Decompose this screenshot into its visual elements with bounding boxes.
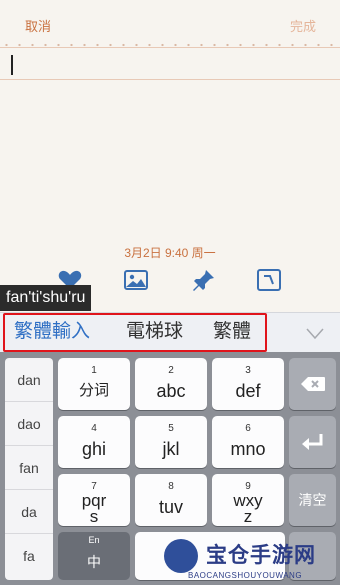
- key-label-extra: s: [89, 507, 99, 526]
- note-editor: 取消 完成 3月2日 9:40 周一 fan'ti'shu'ru: [0, 0, 340, 312]
- lang-cn-label: 中: [87, 554, 101, 570]
- key-number: 2: [168, 365, 174, 376]
- key-5[interactable]: 5 jkl: [135, 416, 207, 468]
- key-7[interactable]: 7 pqr s: [58, 474, 130, 526]
- key-1[interactable]: 1 分词: [58, 358, 130, 410]
- text-line[interactable]: [0, 79, 340, 80]
- pinyin-item[interactable]: da: [5, 490, 53, 534]
- key-number: 4: [91, 423, 97, 434]
- backspace-button[interactable]: [289, 358, 336, 410]
- pinyin-item[interactable]: dao: [5, 402, 53, 446]
- candidate-item[interactable]: 繁體: [213, 320, 251, 344]
- clear-label: 清空: [298, 492, 327, 508]
- key-label: 分词: [78, 382, 109, 399]
- key-number: 3: [245, 365, 251, 376]
- candidate-bar: 繁體輸入 電梯球 繁體: [0, 312, 340, 352]
- backspace-icon: [300, 377, 325, 391]
- key-number: 8: [168, 481, 174, 492]
- image-icon[interactable]: [123, 268, 149, 292]
- pinyin-item[interactable]: fan: [5, 446, 53, 490]
- pin-icon[interactable]: [190, 268, 216, 292]
- candidate-item[interactable]: 繁體輸入: [14, 320, 90, 344]
- key-label: tuv: [158, 497, 183, 517]
- top-bar: 取消 完成: [0, 0, 340, 46]
- key-number: 6: [245, 423, 251, 434]
- pinyin-composition: fan'ti'shu'ru: [0, 285, 92, 311]
- watermark-title: 宝仓手游网: [206, 543, 316, 567]
- key-number: 5: [168, 423, 174, 434]
- key-label: jkl: [162, 439, 180, 459]
- clock-icon[interactable]: [256, 268, 282, 292]
- key-4[interactable]: 4 ghi: [58, 416, 130, 468]
- pinyin-item[interactable]: fa: [5, 534, 53, 578]
- watermark-subtitle: BAOCANGSHOUYOUWANG: [188, 571, 303, 580]
- watermark-logo-icon: [164, 539, 198, 573]
- enter-button[interactable]: [289, 416, 336, 468]
- key-9[interactable]: 9 wxy z: [212, 474, 284, 526]
- key-label: abc: [156, 381, 186, 401]
- enter-icon: [301, 434, 322, 450]
- key-label: ghi: [81, 439, 107, 459]
- pinyin-item[interactable]: dan: [5, 358, 53, 402]
- done-button[interactable]: 完成: [290, 16, 316, 35]
- candidate-item[interactable]: 電梯球: [126, 320, 183, 344]
- key-3[interactable]: 3 def: [212, 358, 284, 410]
- chevron-down-icon[interactable]: [306, 327, 324, 340]
- pinyin-list[interactable]: dan dao fan da fa: [5, 358, 53, 580]
- key-6[interactable]: 6 mno: [212, 416, 284, 468]
- key-2[interactable]: 2 abc: [135, 358, 207, 410]
- lang-en-label: En: [88, 535, 100, 545]
- watermark: 宝仓手游网 BAOCANGSHOUYOUWANG: [160, 537, 340, 585]
- key-8[interactable]: 8 tuv: [135, 474, 207, 526]
- note-date: 3月2日 9:40 周一: [124, 246, 216, 260]
- key-label-extra: z: [243, 507, 253, 526]
- clear-button[interactable]: 清空: [289, 474, 336, 526]
- text-cursor: [11, 55, 13, 75]
- cancel-button[interactable]: 取消: [25, 16, 51, 35]
- key-label: def: [235, 381, 261, 401]
- language-switch-button[interactable]: En 中: [58, 532, 130, 580]
- divider: [0, 47, 340, 48]
- key-number: 1: [91, 365, 97, 376]
- key-label: mno: [230, 439, 266, 459]
